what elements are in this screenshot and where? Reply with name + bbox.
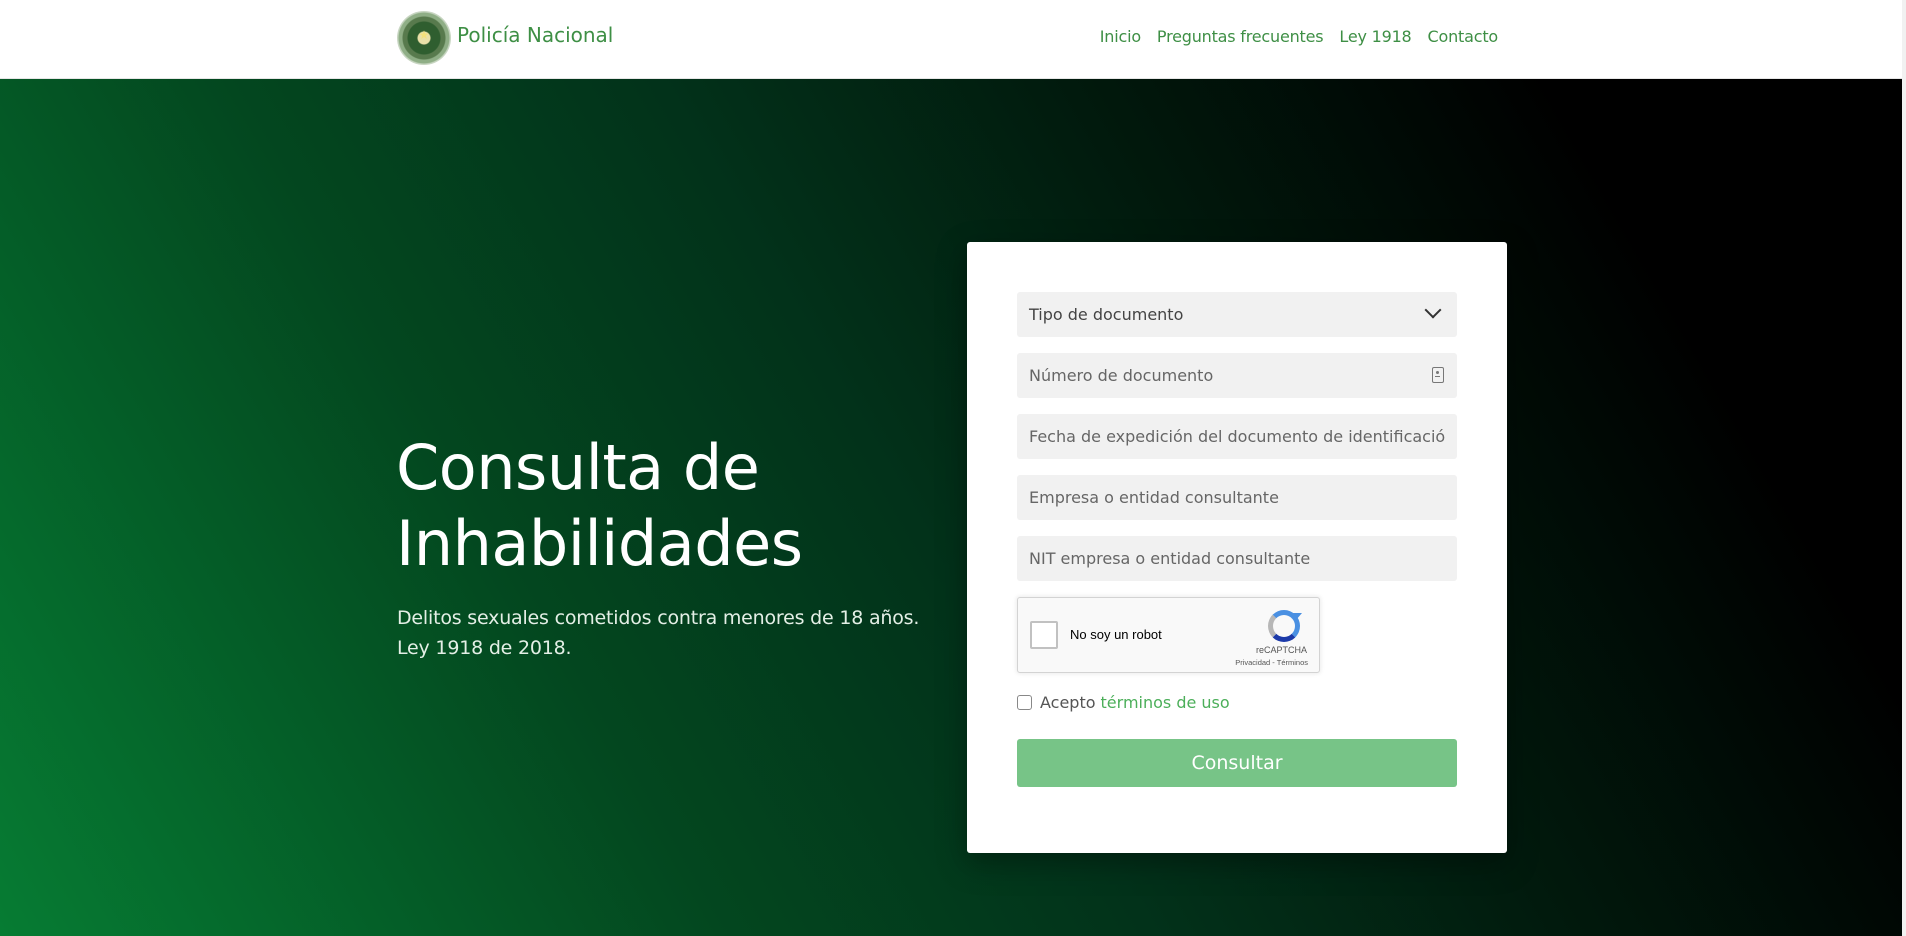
terms-acceptance: Acepto términos de uso bbox=[1017, 693, 1230, 712]
brand-name[interactable]: Policía Nacional bbox=[457, 23, 613, 47]
consultar-button[interactable]: Consultar bbox=[1017, 739, 1457, 787]
nav-link-inicio[interactable]: Inicio bbox=[1100, 27, 1141, 46]
seal-star-icon: ★ bbox=[418, 28, 430, 42]
id-card-icon bbox=[1432, 367, 1444, 383]
recaptcha-logo-icon bbox=[1268, 610, 1302, 642]
recaptcha-checkbox[interactable] bbox=[1030, 621, 1058, 649]
page-title: Consulta de Inhabilidades bbox=[396, 431, 803, 580]
company-nit-field[interactable] bbox=[1017, 536, 1457, 581]
issue-date-field[interactable] bbox=[1017, 414, 1457, 459]
consultation-form-card: Tipo de documento No soy un robot reCAPT… bbox=[967, 242, 1507, 853]
page-subtitle: Delitos sexuales cometidos contra menore… bbox=[397, 603, 957, 663]
company-nit-input[interactable] bbox=[1029, 549, 1445, 568]
document-number-field[interactable] bbox=[1017, 353, 1457, 398]
hero-section bbox=[0, 79, 1906, 936]
terms-link[interactable]: términos de uso bbox=[1101, 693, 1230, 712]
company-input[interactable] bbox=[1029, 488, 1445, 507]
terms-checkbox[interactable] bbox=[1017, 695, 1032, 710]
recaptcha-label: No soy un robot bbox=[1070, 627, 1162, 642]
subtitle-line-2: Ley 1918 de 2018. bbox=[397, 637, 572, 659]
top-navbar: ★ Policía Nacional Inicio Preguntas frec… bbox=[0, 0, 1906, 79]
document-type-select[interactable]: Tipo de documento bbox=[1017, 292, 1457, 337]
chevron-down-icon bbox=[1424, 301, 1442, 319]
document-type-label: Tipo de documento bbox=[1029, 305, 1184, 324]
police-seal-logo: ★ bbox=[397, 11, 451, 65]
nav-link-ley-1918[interactable]: Ley 1918 bbox=[1339, 27, 1411, 46]
issue-date-input[interactable] bbox=[1029, 427, 1445, 446]
document-number-input[interactable] bbox=[1029, 366, 1445, 385]
recaptcha-widget: No soy un robot reCAPTCHA Privacidad - T… bbox=[1017, 597, 1320, 673]
scrollbar[interactable] bbox=[1902, 0, 1906, 936]
subtitle-line-1: Delitos sexuales cometidos contra menore… bbox=[397, 607, 920, 629]
brand[interactable]: ★ Policía Nacional bbox=[397, 11, 613, 65]
recaptcha-privacy-terms-links[interactable]: Privacidad - Términos bbox=[1235, 658, 1308, 667]
company-field[interactable] bbox=[1017, 475, 1457, 520]
terms-prefix: Acepto bbox=[1040, 693, 1096, 712]
nav-link-contacto[interactable]: Contacto bbox=[1428, 27, 1499, 46]
nav-link-preguntas-frecuentes[interactable]: Preguntas frecuentes bbox=[1157, 27, 1324, 46]
main-nav: Inicio Preguntas frecuentes Ley 1918 Con… bbox=[1100, 27, 1498, 46]
recaptcha-brand: reCAPTCHA bbox=[1255, 645, 1307, 655]
